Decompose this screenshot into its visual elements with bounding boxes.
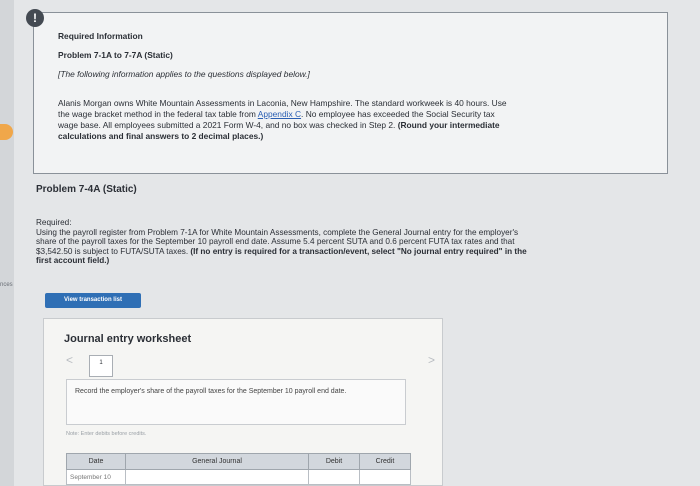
required-information-box: Required Information Problem 7-1A to 7-7… — [33, 12, 668, 174]
required-line: share of the payroll taxes for the Septe… — [36, 237, 515, 247]
required-line: $3,542.50 is subject to FUTA/SUTA taxes.… — [36, 247, 527, 257]
column-header-credit: Credit — [359, 453, 411, 470]
problem-title: Problem 7-4A (Static) — [36, 184, 137, 195]
account-cell[interactable] — [125, 469, 309, 485]
info-heading: Required Information — [58, 31, 143, 41]
column-header-debit: Debit — [308, 453, 360, 470]
edge-label: nces — [0, 282, 13, 288]
info-body-bold: (Round your intermediate — [397, 120, 500, 130]
required-bold-part: (If no entry is required for a transacti… — [190, 246, 527, 256]
instruction-box: Record the employer's share of the payro… — [66, 379, 406, 425]
entry-number-tab[interactable]: 1 — [89, 355, 113, 377]
info-body-line: calculations and final answers to 2 deci… — [58, 131, 264, 141]
alert-icon: ! — [26, 9, 44, 27]
info-body-line: Alanis Morgan owns White Mountain Assess… — [58, 98, 507, 108]
instruction-text: Record the employer's share of the payro… — [75, 388, 347, 395]
entry-note: Note: Enter debits before credits. — [66, 431, 147, 437]
debit-cell[interactable] — [308, 469, 360, 485]
required-line: first account field.) — [36, 256, 110, 266]
date-cell: September 10 — [66, 469, 126, 485]
left-edge-strip — [0, 0, 14, 486]
chevron-left-icon[interactable]: < — [66, 353, 73, 367]
required-text-part: $3,542.50 is subject to FUTA/SUTA taxes. — [36, 246, 191, 256]
worksheet-title: Journal entry worksheet — [64, 333, 192, 345]
info-body-text: wage base. All employees submitted a 202… — [58, 120, 398, 130]
column-header-date: Date — [66, 453, 126, 470]
info-body-line: wage base. All employees submitted a 202… — [58, 120, 500, 131]
info-body-text: . No employee has exceeded the Social Se… — [301, 109, 495, 119]
required-label: Required: — [36, 218, 72, 227]
table-row: September 10 — [66, 469, 411, 485]
info-note: [The following information applies to th… — [58, 69, 310, 79]
info-body-line: the wage bracket method in the federal t… — [58, 109, 495, 120]
column-header-general-journal: General Journal — [125, 453, 309, 470]
journal-table: Date General Journal Debit Credit Septem… — [66, 453, 411, 485]
info-problem-title: Problem 7-1A to 7-7A (Static) — [58, 50, 173, 60]
journal-entry-worksheet: Journal entry worksheet < 1 > Record the… — [43, 318, 443, 486]
credit-cell[interactable] — [359, 469, 411, 485]
required-line: Using the payroll register from Problem … — [36, 227, 519, 237]
appendix-c-link[interactable]: Appendix C — [258, 109, 301, 119]
required-text: Required: Using the payroll register fro… — [36, 218, 527, 266]
chevron-right-icon[interactable]: > — [428, 353, 435, 367]
view-transaction-list-button[interactable]: View transaction list — [45, 293, 141, 308]
info-body-text: the wage bracket method in the federal t… — [58, 109, 258, 119]
